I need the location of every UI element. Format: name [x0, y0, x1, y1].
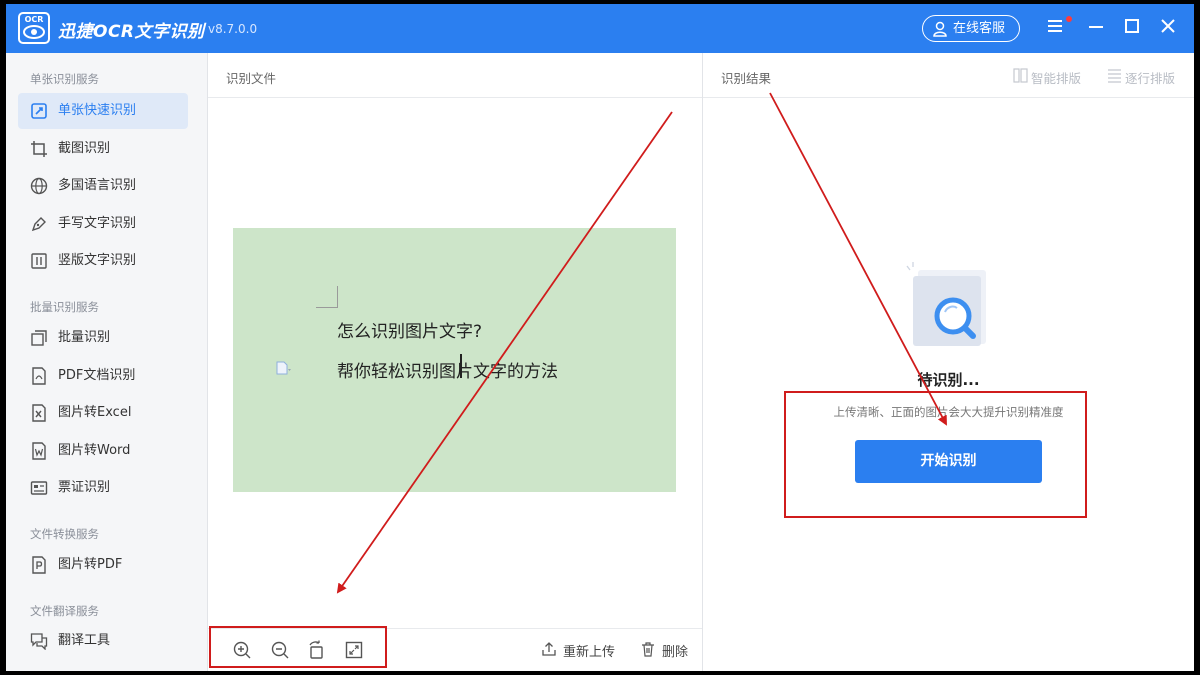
sidebar-item-label: 多国语言识别 [58, 178, 137, 193]
smart-layout-icon [1013, 68, 1028, 83]
sidebar-item-label: 图片转Word [58, 443, 131, 458]
upload-icon [542, 642, 556, 656]
pdf-convert-icon [32, 556, 46, 574]
word-icon [32, 442, 46, 460]
sidebar-item-quick-recognize[interactable]: 单张快速识别 [18, 93, 188, 129]
title-bar: OCR 迅捷OCR文字识别 v8.7.0.0 在线客服 [6, 4, 1194, 53]
trash-icon [642, 642, 654, 657]
result-panel-header: 识别结果 智能排版 逐行排版 [703, 53, 1194, 98]
smart-layout-label: 智能排版 [1031, 71, 1082, 86]
zoom-out-button[interactable] [270, 640, 290, 660]
preview-toolbar: 重新上传 删除 [208, 628, 702, 671]
reupload-label: 重新上传 [563, 645, 616, 660]
section-title-single: 单张识别服务 [30, 72, 99, 86]
zoom-in-icon [233, 641, 251, 659]
text-cursor [460, 354, 462, 378]
close-button[interactable] [1158, 16, 1182, 40]
line-layout-icon [1108, 69, 1121, 83]
minimize-button[interactable] [1086, 16, 1110, 40]
sidebar-item-translate[interactable]: 翻译工具 [18, 623, 188, 659]
line-layout-button[interactable]: 逐行排版 [1107, 68, 1175, 87]
start-recognition-button[interactable]: 开始识别 [855, 440, 1042, 483]
sidebar-item-pdf[interactable]: PDF文档识别 [18, 358, 188, 394]
sidebar-item-label: 手写文字识别 [58, 216, 137, 231]
sidebar-item-label: 图片转Excel [58, 405, 132, 420]
sidebar-item-word[interactable]: 图片转Word [18, 433, 188, 469]
image-preview[interactable]: 怎么识别图片文字? 帮你轻松识别图片文字的方法 [233, 228, 676, 492]
source-panel-title: 识别文件 [226, 71, 277, 86]
preview-text-line-1: 怎么识别图片文字? [337, 322, 483, 342]
section-title-convert: 文件转换服务 [30, 527, 99, 541]
line-layout-label: 逐行排版 [1125, 71, 1176, 86]
maximize-icon [1125, 19, 1139, 33]
app-logo: OCR [18, 12, 50, 44]
app-window: OCR 迅捷OCR文字识别 v8.7.0.0 在线客服 单张识别服务 单张快速识… [6, 4, 1194, 671]
vertical-text-icon [31, 253, 47, 269]
corner-mark [316, 286, 338, 308]
sidebar-item-label: 票证识别 [58, 480, 111, 495]
app-version: v8.7.0.0 [208, 22, 258, 36]
eye-icon [23, 25, 45, 39]
sidebar: 单张识别服务 单张快速识别 截图识别 多国语言识别 手写文字识别 竖版文字识别 … [6, 53, 208, 671]
section-title-translate: 文件翻译服务 [30, 604, 99, 618]
zoom-out-icon [271, 641, 289, 659]
fit-screen-button[interactable] [344, 640, 364, 660]
sidebar-item-label: PDF文档识别 [58, 368, 136, 383]
notification-dot [1066, 16, 1072, 22]
online-service-label: 在线客服 [953, 21, 1006, 36]
result-panel-title: 识别结果 [721, 71, 772, 86]
reupload-button[interactable]: 重新上传 [541, 641, 615, 660]
zoom-in-button[interactable] [232, 640, 252, 660]
sidebar-item-handwriting[interactable]: 手写文字识别 [18, 206, 188, 242]
close-icon [1161, 19, 1175, 33]
sidebar-item-label: 竖版文字识别 [58, 253, 137, 268]
sidebar-item-vertical-text[interactable]: 竖版文字识别 [18, 243, 188, 279]
ticket-icon [30, 481, 48, 495]
menu-button[interactable] [1046, 16, 1072, 40]
fit-screen-icon [345, 641, 363, 659]
pending-status: 待识别... [917, 371, 980, 389]
translate-icon [30, 633, 48, 650]
sidebar-item-excel[interactable]: 图片转Excel [18, 395, 188, 431]
menu-icon [1048, 20, 1062, 32]
paste-options-icon [276, 361, 291, 375]
sidebar-item-multilang[interactable]: 多国语言识别 [18, 168, 188, 204]
sidebar-item-ticket[interactable]: 票证识别 [18, 470, 188, 506]
scan-icon [31, 103, 47, 119]
delete-button[interactable]: 删除 [640, 641, 688, 660]
pdf-icon [32, 367, 46, 385]
batch-icon [31, 330, 47, 346]
rotate-icon [309, 640, 323, 659]
sidebar-item-label: 批量识别 [58, 330, 111, 345]
excel-icon [32, 404, 46, 422]
source-panel: 识别文件 怎么识别图片文字? 帮你轻松识别图片文字的方法 重新上传 删除 [208, 53, 703, 671]
maximize-button[interactable] [1122, 16, 1146, 40]
search-document-icon [906, 262, 986, 346]
sidebar-item-label: 翻译工具 [58, 633, 111, 648]
minimize-icon [1089, 26, 1103, 28]
delete-label: 删除 [662, 645, 689, 660]
section-title-batch: 批量识别服务 [30, 300, 99, 314]
user-icon [933, 21, 947, 37]
sidebar-item-image-to-pdf[interactable]: 图片转PDF [18, 547, 188, 583]
preview-text-line-2: 帮你轻松识别图片文字的方法 [337, 362, 558, 382]
online-service-button[interactable]: 在线客服 [922, 15, 1020, 42]
sidebar-item-label: 截图识别 [58, 141, 111, 156]
pen-icon [31, 217, 46, 232]
sidebar-item-screenshot[interactable]: 截图识别 [18, 131, 188, 167]
source-panel-header: 识别文件 [208, 53, 702, 98]
rotate-button[interactable] [307, 640, 327, 660]
upload-hint: 上传清晰、正面的图片会大大提升识别精准度 [833, 405, 1064, 419]
result-panel: 识别结果 智能排版 逐行排版 待识别... 上传清晰、正面的图片会大大提升识别精… [703, 53, 1194, 671]
globe-icon [30, 177, 48, 195]
crop-icon [31, 141, 47, 157]
sidebar-item-label: 图片转PDF [58, 557, 123, 572]
sidebar-item-batch[interactable]: 批量识别 [18, 320, 188, 356]
smart-layout-button[interactable]: 智能排版 [1013, 68, 1081, 87]
app-name: 迅捷OCR文字识别 [58, 22, 205, 42]
sidebar-item-label: 单张快速识别 [58, 103, 137, 118]
